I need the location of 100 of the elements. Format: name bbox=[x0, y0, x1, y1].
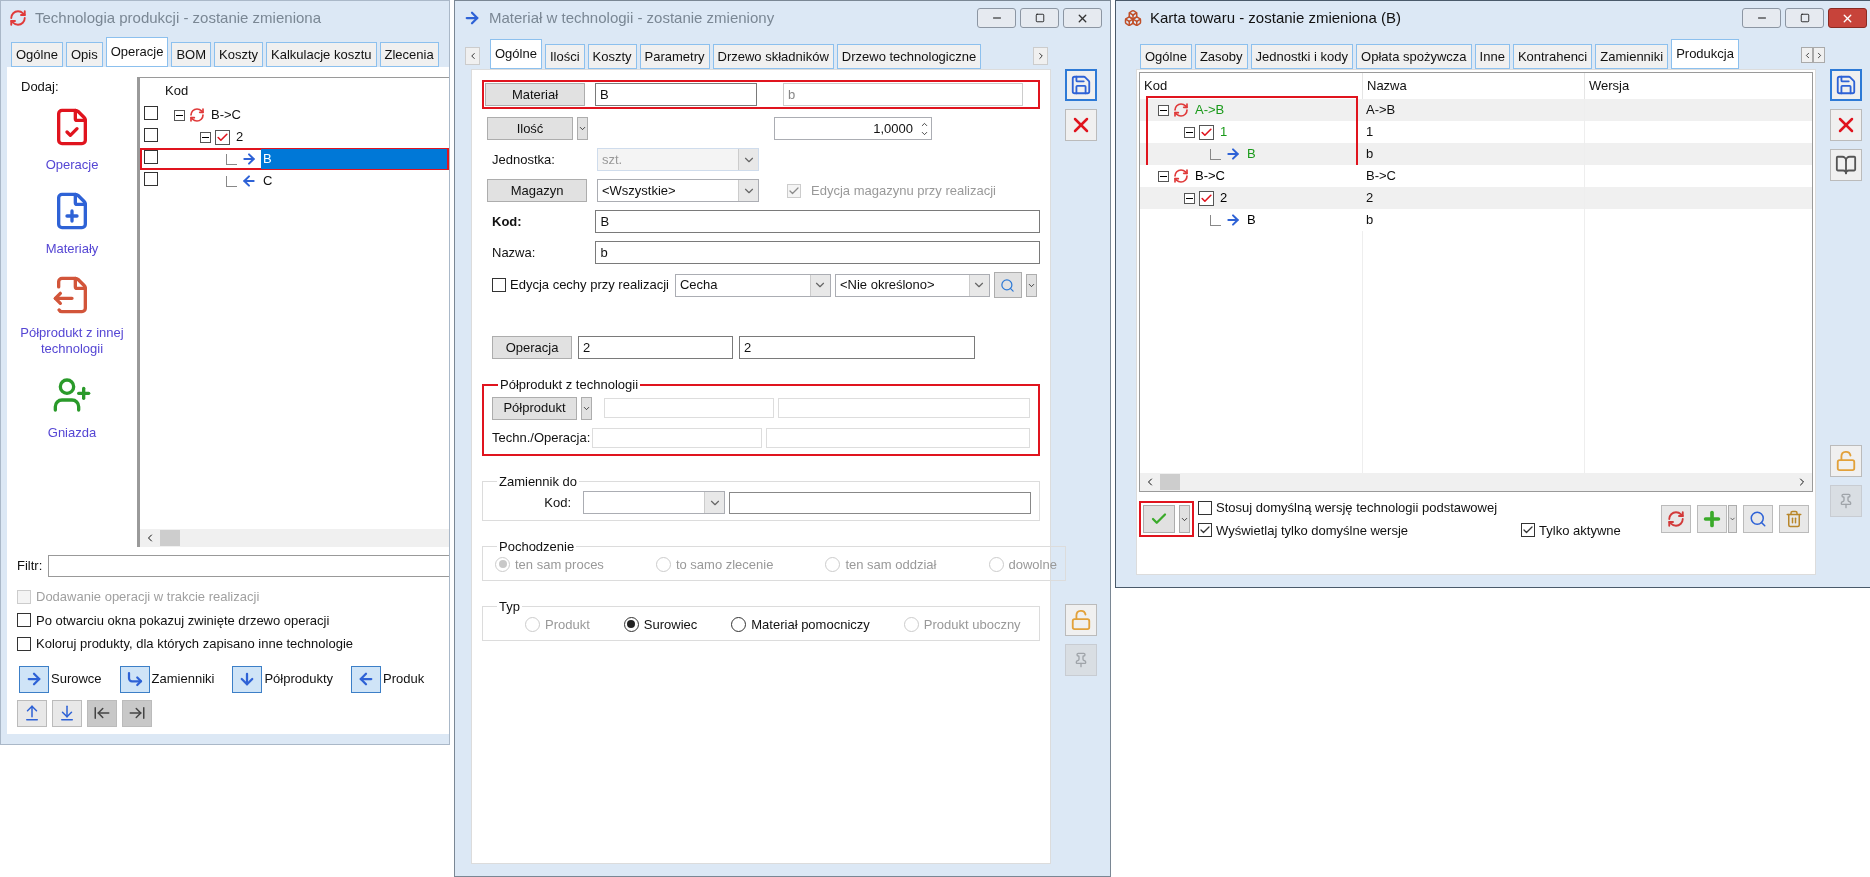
tab[interactable]: Ogólne bbox=[490, 39, 542, 69]
tab[interactable]: Zasoby bbox=[1194, 44, 1248, 69]
code-field[interactable]: 2 bbox=[578, 336, 733, 359]
tree-item[interactable]: B bbox=[261, 149, 447, 169]
tab[interactable]: Koszty bbox=[214, 42, 264, 67]
close-button[interactable] bbox=[1064, 109, 1097, 141]
tab[interactable]: Kalkulacje kosztu bbox=[266, 42, 377, 67]
move-right-icon bbox=[128, 704, 146, 722]
tree-item[interactable]: 2 bbox=[1218, 188, 1230, 208]
save-button[interactable] bbox=[1829, 69, 1862, 101]
checkbox[interactable] bbox=[144, 150, 158, 164]
unit-label: Jednostka: bbox=[492, 150, 556, 169]
add-action[interactable]: Operacje bbox=[12, 106, 132, 173]
tree-item[interactable]: B bbox=[1245, 210, 1258, 230]
book-button[interactable] bbox=[1829, 149, 1862, 181]
checkbox[interactable] bbox=[17, 613, 31, 628]
collapse-icon[interactable] bbox=[1158, 170, 1169, 182]
legend-icon bbox=[232, 665, 263, 693]
name-field[interactable]: b bbox=[595, 241, 1040, 264]
maximize-button[interactable] bbox=[1020, 8, 1059, 28]
dropdown[interactable]: Cecha bbox=[674, 273, 831, 297]
tab[interactable]: Drzewo składników bbox=[712, 44, 834, 69]
tab[interactable]: Ogólne bbox=[1140, 44, 1192, 69]
lookup-button[interactable] bbox=[993, 272, 1022, 298]
tab[interactable]: Ogólne bbox=[11, 42, 63, 67]
add-action[interactable]: Materiały bbox=[12, 190, 132, 257]
checkbox[interactable] bbox=[144, 128, 158, 142]
scroll-right-button[interactable] bbox=[1033, 47, 1048, 65]
code-field[interactable]: B bbox=[595, 83, 757, 106]
dropdown[interactable]: <Nie określono> bbox=[834, 273, 990, 297]
refresh-icon bbox=[1667, 510, 1685, 528]
toolbar-button[interactable] bbox=[17, 699, 47, 727]
minimize-button[interactable] bbox=[1742, 8, 1781, 28]
tab[interactable]: Zamienniki bbox=[1595, 44, 1669, 69]
tab[interactable]: Opłata spożywcza bbox=[1356, 44, 1472, 69]
scrollbar-thumb[interactable] bbox=[1160, 474, 1180, 490]
checkbox[interactable] bbox=[144, 172, 158, 186]
collapse-icon[interactable] bbox=[174, 109, 185, 121]
tab[interactable]: Produkcja bbox=[1671, 39, 1739, 69]
operation-button[interactable]: Operacja bbox=[492, 336, 572, 359]
semi-product-button[interactable]: Półprodukt bbox=[492, 396, 577, 420]
input-field[interactable] bbox=[729, 491, 1031, 514]
tree-item[interactable]: B->C bbox=[1193, 166, 1227, 186]
maximize-button[interactable] bbox=[1785, 8, 1824, 28]
tab[interactable]: Jednostki i kody bbox=[1250, 44, 1354, 69]
tree-item[interactable]: 1 bbox=[1218, 122, 1230, 142]
tab[interactable]: Operacje bbox=[105, 37, 169, 67]
dropdown[interactable]: <Wszystkie> bbox=[597, 179, 759, 202]
close-button[interactable] bbox=[1828, 8, 1867, 28]
checkbox[interactable] bbox=[17, 636, 31, 651]
material-button[interactable]: Materiał bbox=[485, 83, 585, 106]
scrollbar-thumb[interactable] bbox=[160, 530, 180, 546]
tab[interactable]: BOM bbox=[171, 42, 212, 67]
toolbar-button[interactable] bbox=[1661, 505, 1691, 533]
accept-button[interactable] bbox=[1143, 505, 1175, 533]
warehouse-button[interactable]: Magazyn bbox=[487, 179, 587, 202]
filter-field[interactable] bbox=[48, 555, 449, 577]
checkbox[interactable] bbox=[1521, 523, 1536, 538]
padlock-button[interactable] bbox=[1064, 604, 1097, 636]
radio-button[interactable] bbox=[623, 616, 639, 632]
quantity-field[interactable]: 1,0000 bbox=[774, 117, 932, 140]
toolbar-button[interactable] bbox=[52, 699, 82, 727]
save-button[interactable] bbox=[1064, 69, 1097, 101]
checkbox[interactable] bbox=[144, 106, 158, 120]
collapse-icon[interactable] bbox=[1158, 104, 1169, 116]
tree-item[interactable]: C bbox=[261, 171, 275, 191]
collapse-icon[interactable] bbox=[200, 131, 211, 143]
minimize-button[interactable] bbox=[977, 8, 1016, 28]
tab[interactable]: Kontrahenci bbox=[1512, 44, 1593, 69]
close-button[interactable] bbox=[1063, 8, 1102, 28]
checkbox[interactable] bbox=[1198, 500, 1212, 515]
close-button[interactable] bbox=[1829, 109, 1862, 141]
scroll-left-button[interactable] bbox=[465, 47, 480, 65]
collapse-icon[interactable] bbox=[1184, 126, 1195, 138]
checkbox[interactable] bbox=[1198, 523, 1212, 538]
maximize-icon bbox=[1034, 13, 1045, 23]
name-field[interactable]: 2 bbox=[739, 336, 975, 359]
scroll-right-button[interactable] bbox=[1813, 47, 1825, 63]
add-action[interactable]: Półprodukt z innej technologii bbox=[12, 274, 132, 357]
name-field[interactable]: b bbox=[783, 83, 1023, 106]
radio-button[interactable] bbox=[731, 616, 747, 632]
plus-icon bbox=[1701, 508, 1723, 530]
add-action[interactable]: Gniazda bbox=[12, 374, 132, 441]
checkbox[interactable] bbox=[492, 278, 506, 292]
quantity-button[interactable]: Ilość bbox=[487, 117, 573, 140]
tree-item[interactable]: 2 bbox=[234, 127, 246, 147]
tab[interactable]: Ilości bbox=[544, 44, 585, 69]
code-field[interactable]: B bbox=[595, 210, 1040, 233]
tab[interactable]: Inne bbox=[1474, 44, 1510, 69]
scroll-left-button[interactable] bbox=[1801, 47, 1813, 63]
tree-item[interactable]: B->C bbox=[209, 105, 243, 125]
tab[interactable]: Koszty bbox=[587, 44, 637, 69]
tab[interactable]: Drzewo technologiczne bbox=[836, 44, 982, 69]
padlock-button[interactable] bbox=[1829, 445, 1862, 477]
tab[interactable]: Zlecenia bbox=[379, 42, 439, 67]
toolbar-button[interactable] bbox=[1743, 505, 1773, 533]
tab[interactable]: Parametry bbox=[639, 44, 710, 69]
tab[interactable]: Opis bbox=[65, 42, 103, 67]
collapse-icon[interactable] bbox=[1184, 192, 1195, 204]
dropdown[interactable] bbox=[583, 491, 725, 514]
